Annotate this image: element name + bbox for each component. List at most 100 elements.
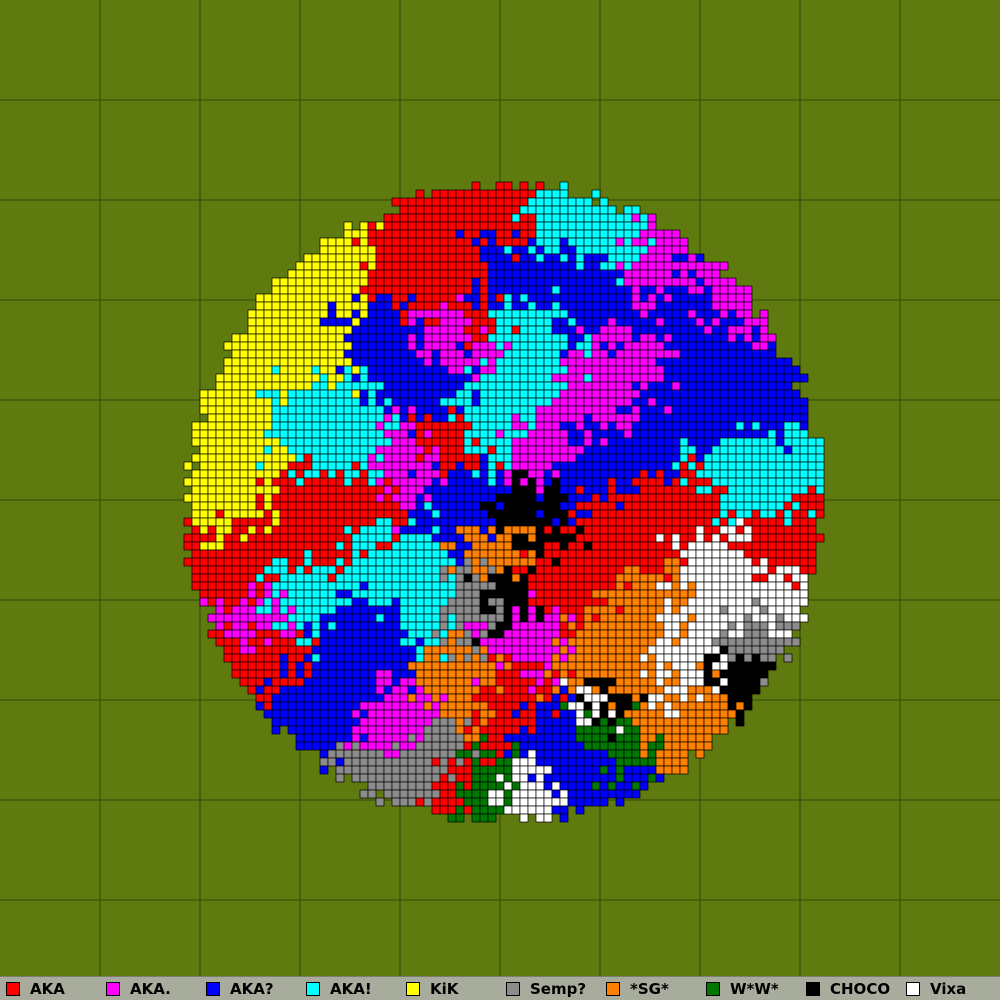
territory-cell (711, 565, 721, 575)
territory-cell (287, 605, 297, 615)
territory-cell (535, 813, 545, 823)
territory-cell (503, 685, 513, 695)
territory-cell (423, 741, 433, 751)
territory-cell (215, 605, 225, 615)
territory-cell (287, 301, 297, 311)
territory-cell (351, 269, 361, 279)
territory-cell (583, 605, 593, 615)
territory-cell (479, 453, 489, 463)
territory-cell (743, 677, 753, 687)
territory-cell (639, 317, 649, 327)
territory-cell (255, 605, 265, 615)
territory-cell (207, 509, 217, 519)
territory-cell (463, 317, 473, 327)
territory-cell (455, 253, 465, 263)
territory-cell (639, 261, 649, 271)
territory-cell (607, 621, 617, 631)
territory-cell (591, 685, 601, 695)
territory-cell (487, 557, 497, 567)
territory-cell (687, 493, 697, 503)
territory-cell (711, 341, 721, 351)
territory-cell (359, 429, 369, 439)
territory-cell (527, 533, 537, 543)
territory-cell (695, 501, 705, 511)
territory-cell (655, 285, 665, 295)
territory-cell (599, 509, 609, 519)
territory-cell (391, 373, 401, 383)
territory-cell (527, 261, 537, 271)
territory-cell (391, 765, 401, 775)
territory-cell (607, 365, 617, 375)
territory-cell (551, 285, 561, 295)
territory-cell (439, 469, 449, 479)
territory-cell (463, 437, 473, 447)
territory-cell (439, 773, 449, 783)
territory-cell (327, 237, 337, 247)
territory-cell (343, 501, 353, 511)
territory-cell (663, 709, 673, 719)
territory-cell (599, 677, 609, 687)
territory-cell (351, 605, 361, 615)
territory-cell (583, 597, 593, 607)
territory-cell (247, 453, 257, 463)
territory-cell (431, 805, 441, 815)
territory-cell (351, 621, 361, 631)
territory-cell (407, 309, 417, 319)
territory-cell (511, 325, 521, 335)
legend-item-aka-question: AKA? (200, 980, 300, 998)
territory-cell (239, 613, 249, 623)
territory-cell (303, 605, 313, 615)
territory-cell (591, 293, 601, 303)
territory-cell (335, 269, 345, 279)
territory-cell (503, 661, 513, 671)
territory-cell (543, 629, 553, 639)
territory-cell (559, 237, 569, 247)
territory-cell (439, 653, 449, 663)
territory-cell (791, 557, 801, 567)
territory-cell (431, 757, 441, 767)
territory-cell (655, 565, 665, 575)
territory-cell (615, 373, 625, 383)
territory-cell (383, 765, 393, 775)
territory-cell (607, 261, 617, 271)
territory-cell (551, 757, 561, 767)
territory-cell (311, 573, 321, 583)
territory-map[interactable] (0, 0, 1000, 976)
territory-cell (711, 709, 721, 719)
territory-cell (383, 437, 393, 447)
territory-cell (575, 413, 585, 423)
territory-cell (575, 229, 585, 239)
territory-cell (687, 429, 697, 439)
territory-cell (527, 245, 537, 255)
territory-cell (687, 573, 697, 583)
territory-cell (343, 301, 353, 311)
territory-cell (407, 381, 417, 391)
territory-cell (495, 629, 505, 639)
territory-cell (359, 389, 369, 399)
territory-cell (655, 477, 665, 487)
territory-cell (439, 589, 449, 599)
territory-cell (751, 333, 761, 343)
territory-cell (447, 629, 457, 639)
territory-cell (423, 357, 433, 367)
territory-cell (263, 597, 273, 607)
territory-cell (743, 357, 753, 367)
territory-cell (503, 269, 513, 279)
territory-cell (239, 493, 249, 503)
territory-cell (263, 357, 273, 367)
territory-cell (447, 269, 457, 279)
territory-cell (599, 701, 609, 711)
territory-cell (599, 557, 609, 567)
territory-cell (247, 477, 257, 487)
territory-cell (231, 629, 241, 639)
territory-cell (615, 277, 625, 287)
territory-cell (759, 629, 769, 639)
territory-cell (319, 733, 329, 743)
territory-cell (463, 725, 473, 735)
territory-cell (239, 517, 249, 527)
territory-cell (775, 597, 785, 607)
territory-cell (639, 501, 649, 511)
territory-cell (279, 717, 289, 727)
territory-cell (583, 781, 593, 791)
territory-cell (711, 557, 721, 567)
